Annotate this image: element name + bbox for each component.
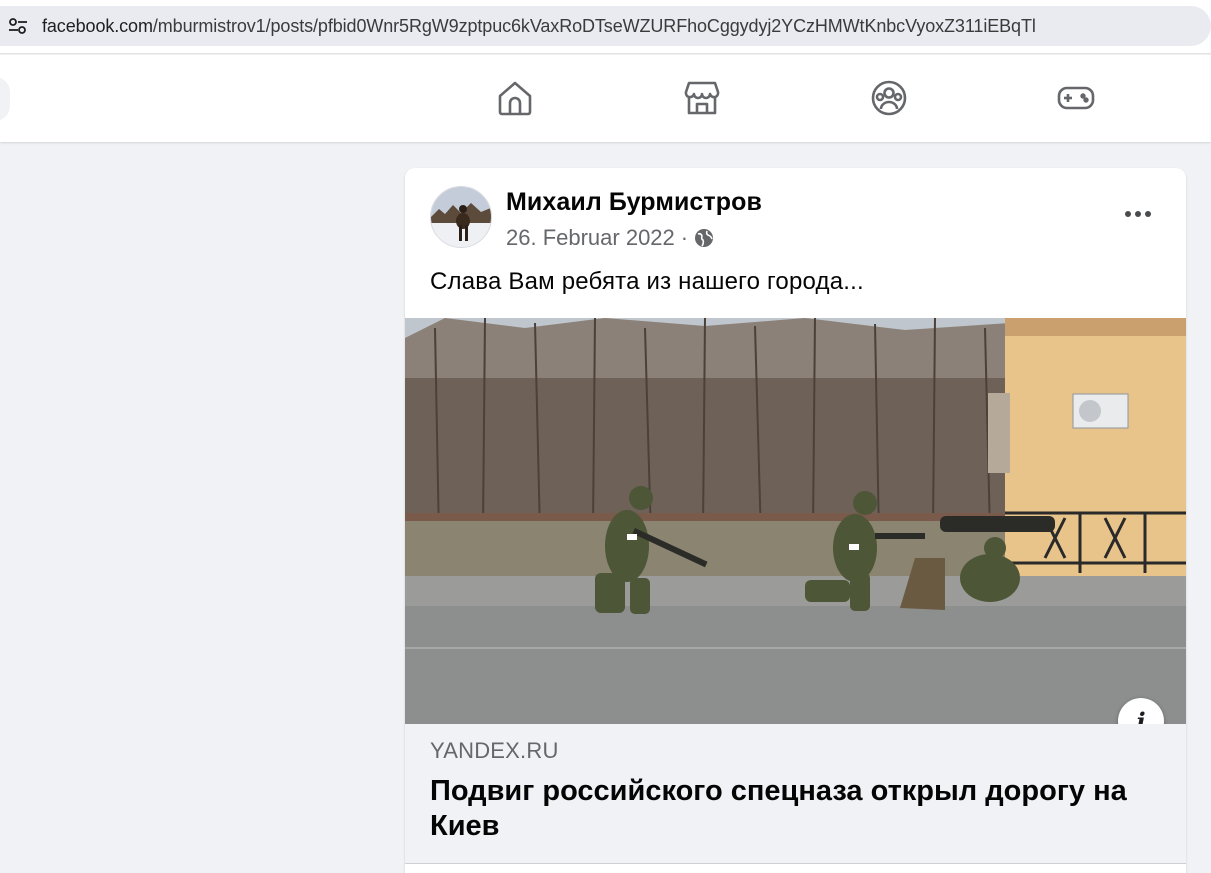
link-title[interactable]: Подвиг российского спецназа открыл дорог… <box>430 774 1150 844</box>
link-domain: YANDEX.RU <box>430 738 559 763</box>
tune-icon[interactable] <box>8 18 28 34</box>
search-bar-edge[interactable] <box>0 77 10 121</box>
home-icon[interactable] <box>495 78 535 118</box>
url-domain: facebook.com <box>42 16 153 36</box>
avatar[interactable] <box>430 186 492 248</box>
url-path: /mburmistrov1/posts/pfbid0Wnr5RgW9zptpuc… <box>152 16 1036 36</box>
post-date[interactable]: 26. Februar 2022 <box>506 225 675 251</box>
globe-icon <box>695 229 714 247</box>
post-text: Слава Вам ребята из нашего города... <box>430 268 864 295</box>
meta-separator: · <box>680 225 689 250</box>
gaming-icon[interactable] <box>1056 78 1096 118</box>
more-options-icon[interactable] <box>1118 202 1158 226</box>
post-card: Михаил Бурмистров 26. Februar 2022 · Сла… <box>405 168 1186 873</box>
browser-address-bar: facebook.com/mburmistrov1/posts/pfbid0Wn… <box>0 0 1211 54</box>
link-preview[interactable]: YANDEX.RU Подвиг российского спецназа от… <box>405 724 1186 864</box>
url-text[interactable]: facebook.com/mburmistrov1/posts/pfbid0Wn… <box>42 16 1036 37</box>
url-field[interactable]: facebook.com/mburmistrov1/posts/pfbid0Wn… <box>0 6 1211 46</box>
top-navigation <box>0 55 1211 142</box>
link-preview-image[interactable] <box>405 318 1186 724</box>
post-meta: 26. Februar 2022 · <box>506 225 714 251</box>
post-author[interactable]: Михаил Бурмистров <box>506 188 762 217</box>
marketplace-icon[interactable] <box>682 78 722 118</box>
groups-icon[interactable] <box>869 78 909 118</box>
